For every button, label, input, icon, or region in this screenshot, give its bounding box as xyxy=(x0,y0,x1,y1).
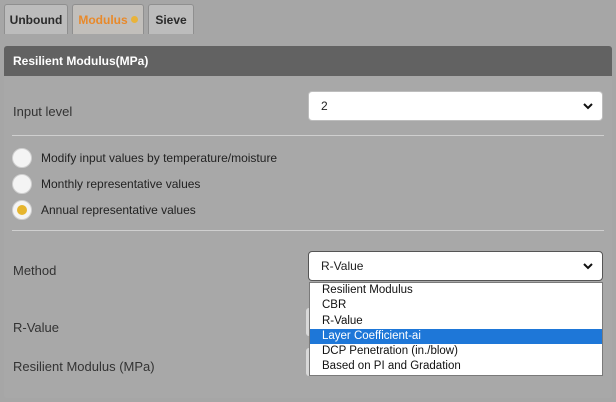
r-value-label: R-Value xyxy=(13,320,60,335)
radio-label: Monthly representative values xyxy=(41,177,201,191)
chevron-down-icon xyxy=(583,263,593,270)
dropdown-option[interactable]: R-Value xyxy=(310,314,602,329)
divider xyxy=(12,135,604,136)
radio-option-annual[interactable]: Annual representative values xyxy=(12,200,196,220)
method-dropdown-list: Resilient Modulus CBR R-Value Layer Coef… xyxy=(309,282,603,376)
input-level-label: Input level xyxy=(13,104,73,119)
tab-sieve-label: Sieve xyxy=(155,12,187,27)
radio-button[interactable] xyxy=(12,148,32,168)
tab-unbound[interactable]: Unbound xyxy=(4,4,68,34)
chevron-down-icon xyxy=(583,103,593,110)
method-select[interactable]: R-Value xyxy=(308,251,603,281)
resilient-modulus-panel: Resilient Modulus(MPa) Input level 2 Mod… xyxy=(4,46,612,398)
radio-label: Annual representative values xyxy=(41,203,196,217)
input-level-select[interactable]: 2 xyxy=(308,91,603,121)
input-level-value: 2 xyxy=(321,99,328,113)
tab-modulus-label: Modulus xyxy=(78,12,128,27)
radio-label: Modify input values by temperature/moist… xyxy=(41,151,278,165)
dropdown-option-highlighted[interactable]: Layer Coefficient-ai xyxy=(310,328,602,345)
dropdown-option[interactable]: DCP Penetration (in./blow) xyxy=(310,344,602,359)
radio-button[interactable] xyxy=(12,174,32,194)
radio-button-checked[interactable] xyxy=(12,200,32,220)
resilient-modulus-label: Resilient Modulus (MPa) xyxy=(13,359,155,374)
tab-unbound-label: Unbound xyxy=(9,12,63,27)
tab-sieve[interactable]: Sieve xyxy=(148,4,194,34)
dropdown-option[interactable]: Resilient Modulus xyxy=(310,283,602,298)
tab-modulus[interactable]: Modulus xyxy=(72,4,144,34)
method-value: R-Value xyxy=(321,259,364,273)
radio-option-monthly[interactable]: Monthly representative values xyxy=(12,174,200,194)
modified-dot-icon xyxy=(130,16,138,23)
divider xyxy=(12,230,604,231)
method-label: Method xyxy=(13,263,57,278)
dropdown-option[interactable]: Based on PI and Gradation xyxy=(310,359,602,374)
dropdown-option[interactable]: CBR xyxy=(310,298,602,313)
radio-option-temperature-moisture[interactable]: Modify input values by temperature/moist… xyxy=(12,148,277,168)
panel-title: Resilient Modulus(MPa) xyxy=(4,46,612,76)
